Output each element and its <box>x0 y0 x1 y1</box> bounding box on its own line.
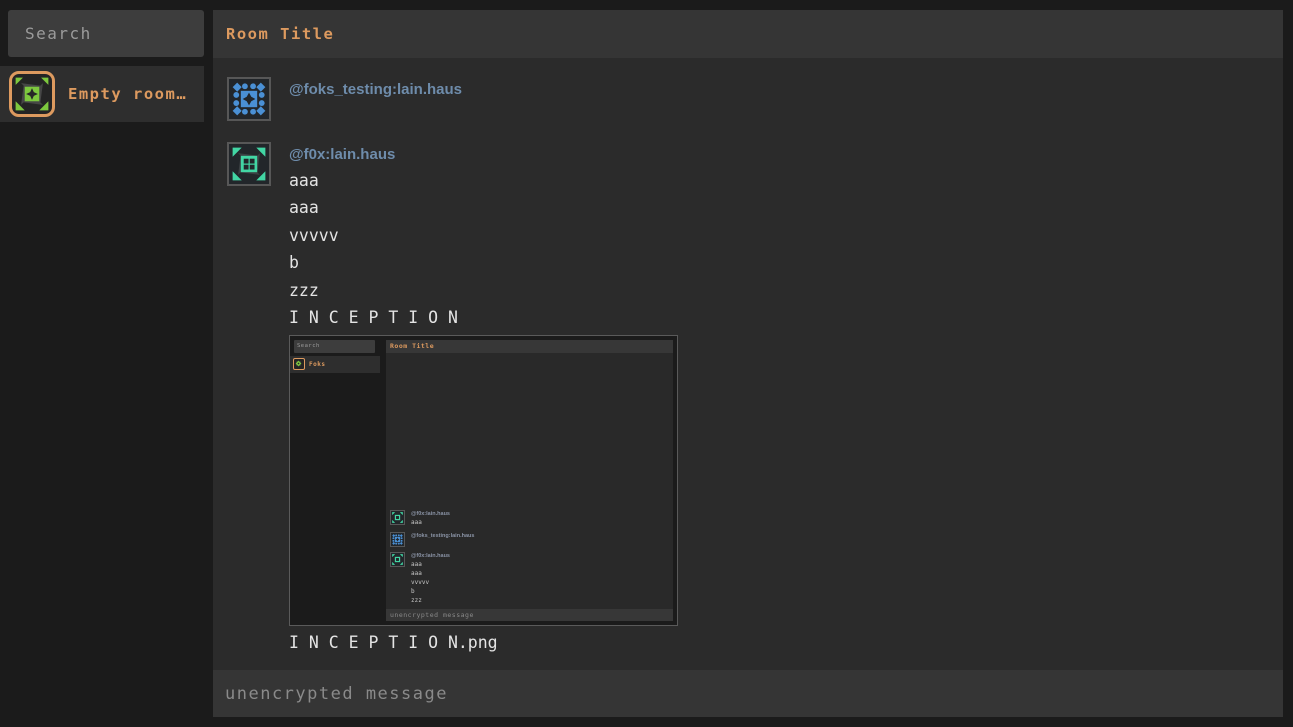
room-name-label: Empty room… <box>68 85 187 103</box>
mini-message-line: b <box>411 587 450 596</box>
message-timeline: @foks_testing:lain.haus <box>213 58 1283 670</box>
mini-message-line: vvvvv <box>411 578 450 587</box>
room-avatar-icon <box>9 71 55 117</box>
message-sender: @f0x:lain.haus <box>289 142 678 167</box>
mini-message: @f0x:lain.haus aaa aaa vvvvv b zzz <box>390 552 673 605</box>
attachment-filename[interactable]: I N C E P T I O N.png <box>289 629 678 657</box>
mini-room-item: Foks <box>290 356 380 373</box>
mini-message-sender: @foks_testing:lain.haus <box>411 532 474 540</box>
mini-message-line: aaa <box>411 569 450 578</box>
mini-avatar-foks-testing-icon <box>390 532 405 547</box>
mini-search-input: Search <box>294 340 375 353</box>
mini-message-line: zzz <box>411 596 450 605</box>
mini-message-sender: @f0x:lain.haus <box>411 510 450 518</box>
mini-composer: unencrypted message <box>386 609 673 621</box>
mini-message-sender: @f0x:lain.haus <box>411 552 450 560</box>
room-header: Room Title <box>213 10 1283 58</box>
avatar-f0x-icon <box>227 142 271 186</box>
mini-chat-panel: Room Title <box>386 340 673 621</box>
mini-message: @foks_testing:lain.haus <box>390 532 673 547</box>
room-list-sidebar: Empty room… <box>0 0 204 727</box>
message-line: vvvvv <box>289 222 678 250</box>
sidebar-room-item[interactable]: Empty room… <box>0 66 204 122</box>
message: @f0x:lain.haus aaa aaa vvvvv b zzz I N C… <box>227 142 1283 657</box>
image-attachment[interactable]: Search Foks <box>289 335 678 626</box>
message-composer[interactable] <box>213 670 1283 717</box>
room-title: Room Title <box>226 25 334 43</box>
message-line: b <box>289 249 678 277</box>
avatar-foks-testing-icon <box>227 77 271 121</box>
message-content: @foks_testing:lain.haus <box>289 77 462 121</box>
room-search[interactable] <box>8 10 204 57</box>
mini-message-timeline: @f0x:lain.haus aaa <box>386 353 673 609</box>
message-content: @f0x:lain.haus aaa aaa vvvvv b zzz I N C… <box>289 142 678 657</box>
mini-message-line: aaa <box>411 518 450 527</box>
mini-avatar-f0x-icon <box>390 552 405 567</box>
message-sender: @foks_testing:lain.haus <box>289 77 462 102</box>
mini-message-line: aaa <box>411 560 450 569</box>
message-line: zzz <box>289 277 678 305</box>
message-line: aaa <box>289 194 678 222</box>
mini-avatar-f0x-icon <box>390 510 405 525</box>
mini-message: @f0x:lain.haus aaa <box>390 510 673 527</box>
mini-room-title: Room Title <box>386 340 673 353</box>
mini-room-name: Foks <box>309 361 325 368</box>
message-line: I N C E P T I O N <box>289 304 678 332</box>
mini-room-avatar-icon <box>293 358 305 370</box>
message-line: aaa <box>289 167 678 195</box>
message: @foks_testing:lain.haus <box>227 77 1283 121</box>
composer-input[interactable] <box>213 670 1283 717</box>
search-input[interactable] <box>8 10 204 57</box>
chat-panel: Room Title <box>213 10 1283 717</box>
